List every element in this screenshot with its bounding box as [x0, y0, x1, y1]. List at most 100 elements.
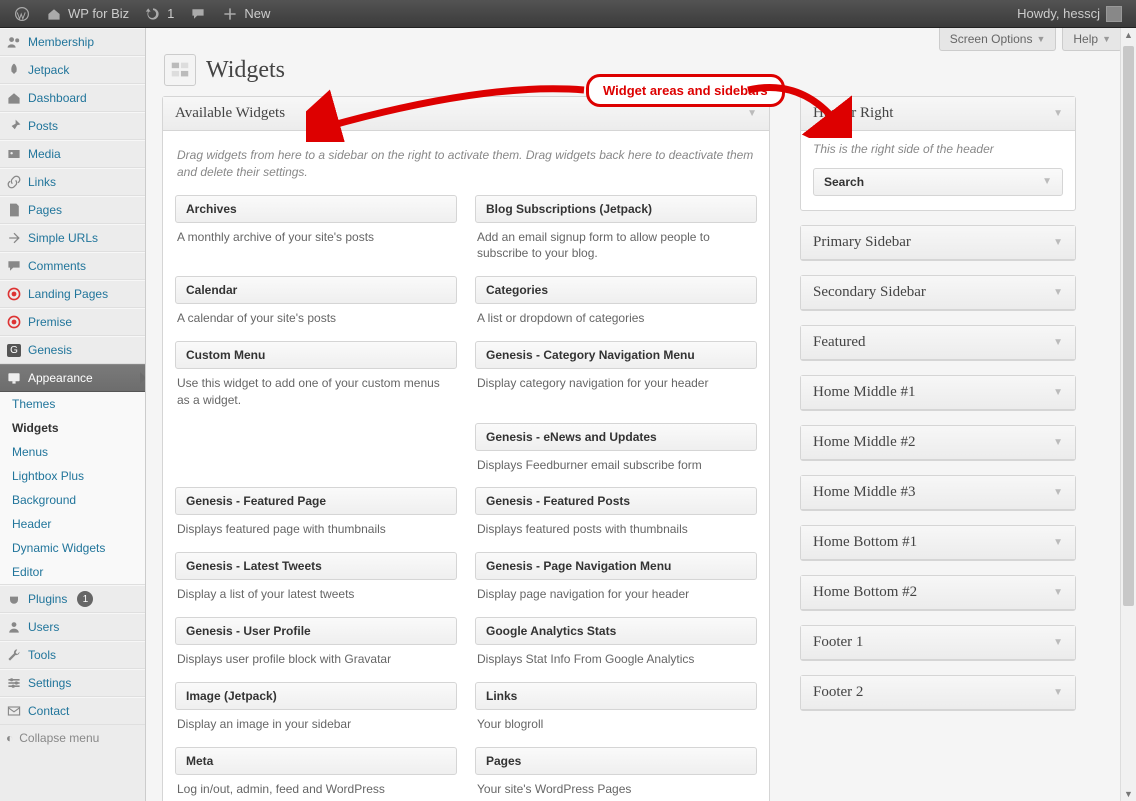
sidebar-item-tools[interactable]: Tools — [0, 641, 145, 669]
widget-title[interactable]: Meta — [175, 747, 457, 775]
widget-zone: Home Bottom #1▼ — [800, 525, 1076, 561]
widget-title[interactable]: Genesis - Latest Tweets — [175, 552, 457, 580]
widget-title[interactable]: Genesis - Featured Posts — [475, 487, 757, 515]
sidebar-item-links[interactable]: Links — [0, 168, 145, 196]
scrollbar-vertical[interactable]: ▲ ▼ — [1120, 28, 1136, 801]
sidebar-item-pages[interactable]: Pages — [0, 196, 145, 224]
sidebar-item-contact[interactable]: Contact — [0, 697, 145, 725]
chevron-down-icon: ▼ — [1053, 287, 1063, 298]
sidebar-item-landing-pages[interactable]: Landing Pages — [0, 280, 145, 308]
scroll-up-icon: ▲ — [1121, 30, 1136, 40]
available-widget: LinksYour blogroll — [475, 682, 757, 733]
widget-title[interactable]: Links — [475, 682, 757, 710]
home-icon — [46, 6, 62, 22]
widget-title[interactable]: Calendar — [175, 276, 457, 304]
chevron-down-icon: ▼ — [1053, 587, 1063, 598]
widget-title[interactable]: Archives — [175, 195, 457, 223]
zone-header[interactable]: Primary Sidebar▼ — [801, 226, 1075, 260]
submenu-item-dynamic-widgets[interactable]: Dynamic Widgets — [0, 536, 145, 560]
sidebar-item-label: Users — [28, 620, 59, 634]
sidebar-item-label: Dashboard — [28, 91, 87, 105]
link-icon — [6, 174, 22, 190]
widget-title[interactable]: Genesis - Category Navigation Menu — [475, 341, 757, 369]
widget-grid: ArchivesA monthly archive of your site's… — [175, 195, 757, 801]
submenu-item-editor[interactable]: Editor — [0, 560, 145, 584]
scroll-thumb[interactable] — [1123, 46, 1134, 606]
submenu-item-background[interactable]: Background — [0, 488, 145, 512]
widget-description: Displays featured page with thumbnails — [175, 515, 457, 538]
widget-title[interactable]: Custom Menu — [175, 341, 457, 369]
chevron-down-icon: ▼ — [1053, 487, 1063, 498]
submenu-item-themes[interactable]: Themes — [0, 392, 145, 416]
zone-header[interactable]: Secondary Sidebar▼ — [801, 276, 1075, 310]
submenu-item-menus[interactable]: Menus — [0, 440, 145, 464]
sidebar-item-jetpack[interactable]: Jetpack — [0, 56, 145, 84]
widget-title[interactable]: Genesis - Featured Page — [175, 487, 457, 515]
chevron-down-icon: ▼ — [1053, 537, 1063, 548]
screen-meta: Screen Options ▼ Help ▼ — [939, 28, 1122, 51]
my-account[interactable]: Howdy, hesscj — [1009, 0, 1130, 28]
widget-title[interactable]: Genesis - Page Navigation Menu — [475, 552, 757, 580]
sidebar-item-dashboard[interactable]: Dashboard — [0, 84, 145, 112]
widget-title[interactable]: Pages — [475, 747, 757, 775]
widget-title[interactable]: Image (Jetpack) — [175, 682, 457, 710]
widget-description: Display a list of your latest tweets — [175, 580, 457, 603]
submenu-item-lightbox-plus[interactable]: Lightbox Plus — [0, 464, 145, 488]
zone-header[interactable]: Home Middle #3▼ — [801, 476, 1075, 510]
widget-title[interactable]: Genesis - User Profile — [175, 617, 457, 645]
collapse-menu[interactable]: ◐ Collapse menu — [0, 725, 145, 751]
submenu-item-header[interactable]: Header — [0, 512, 145, 536]
sidebar-item-users[interactable]: Users — [0, 613, 145, 641]
updates[interactable]: 1 — [137, 0, 182, 28]
zone-header[interactable]: Featured▼ — [801, 326, 1075, 360]
chevron-down-icon: ▼ — [1036, 34, 1045, 44]
widget-title[interactable]: Categories — [475, 276, 757, 304]
placed-widget-search[interactable]: Search ▼ — [813, 168, 1063, 196]
settings-icon — [6, 675, 22, 691]
sidebar-item-genesis[interactable]: GGenesis — [0, 336, 145, 364]
chevron-down-icon: ▼ — [1053, 237, 1063, 248]
submenu-item-widgets[interactable]: Widgets — [0, 416, 145, 440]
sidebar-item-comments[interactable]: Comments — [0, 252, 145, 280]
sidebar-item-media[interactable]: Media — [0, 140, 145, 168]
sidebar-item-premise[interactable]: Premise — [0, 308, 145, 336]
help-tab[interactable]: Help ▼ — [1062, 28, 1122, 51]
screen-options-tab[interactable]: Screen Options ▼ — [939, 28, 1057, 51]
zone-header-right-header[interactable]: Header Right ▼ — [801, 97, 1075, 131]
zone-header[interactable]: Home Bottom #1▼ — [801, 526, 1075, 560]
sidebar-item-appearance[interactable]: Appearance — [0, 364, 145, 392]
appearance-icon — [6, 370, 22, 386]
widget-title[interactable]: Blog Subscriptions (Jetpack) — [475, 195, 757, 223]
widget-zone: Home Middle #3▼ — [800, 475, 1076, 511]
widget-zone: Home Middle #2▼ — [800, 425, 1076, 461]
widget-description: Displays Feedburner email subscribe form — [475, 451, 757, 474]
genesis-icon: G — [6, 342, 22, 358]
available-widget: PagesYour site's WordPress Pages — [475, 747, 757, 798]
zone-header[interactable]: Home Middle #2▼ — [801, 426, 1075, 460]
wp-logo[interactable] — [6, 0, 38, 28]
chevron-down-icon: ▼ — [747, 108, 757, 119]
sidebar-item-settings[interactable]: Settings — [0, 669, 145, 697]
mail-icon — [6, 703, 22, 719]
zone-header[interactable]: Footer 1▼ — [801, 626, 1075, 660]
sidebar-item-membership[interactable]: Membership — [0, 28, 145, 56]
comments[interactable] — [182, 0, 214, 28]
sidebar-item-label: Posts — [28, 119, 58, 133]
zone-header[interactable]: Home Bottom #2▼ — [801, 576, 1075, 610]
widget-title[interactable]: Genesis - eNews and Updates — [475, 423, 757, 451]
widget-title[interactable]: Google Analytics Stats — [475, 617, 757, 645]
new-content[interactable]: New — [214, 0, 278, 28]
widget-zone: Primary Sidebar▼ — [800, 225, 1076, 261]
sidebar-item-posts[interactable]: Posts — [0, 112, 145, 140]
site-name[interactable]: WP for Biz — [38, 0, 137, 28]
widget-description: Display an image in your sidebar — [175, 710, 457, 733]
zone-header-right: Header Right ▼ This is the right side of… — [800, 96, 1076, 211]
annotation-label: Widget areas and sidebars — [586, 74, 785, 107]
sidebar-item-simple-urls[interactable]: Simple URLs — [0, 224, 145, 252]
available-widget: CategoriesA list or dropdown of categori… — [475, 276, 757, 327]
zone-header[interactable]: Home Middle #1▼ — [801, 376, 1075, 410]
zone-title: Footer 1 — [813, 634, 863, 651]
sidebar-item-plugins[interactable]: Plugins1 — [0, 585, 145, 613]
chevron-down-icon: ▼ — [1053, 337, 1063, 348]
zone-header[interactable]: Footer 2▼ — [801, 676, 1075, 710]
